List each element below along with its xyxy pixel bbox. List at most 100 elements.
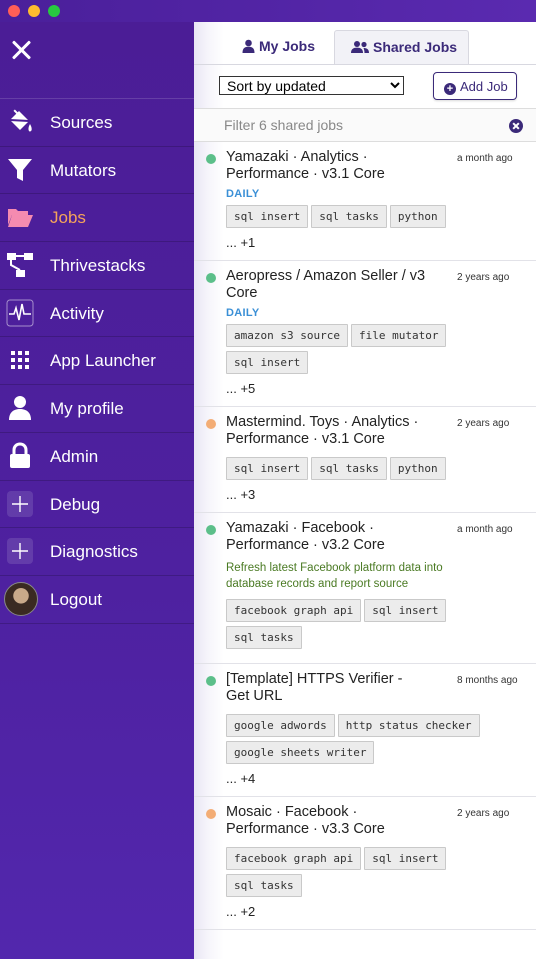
- job-tag: facebook graph api: [226, 847, 362, 870]
- filter-input[interactable]: [224, 117, 494, 133]
- sidebar-item-label: Thrivestacks: [50, 256, 146, 276]
- job-tags: sql insert sql tasks python: [226, 205, 526, 232]
- more-tags-count: ... +4: [226, 771, 256, 786]
- tab-divider: [194, 64, 536, 65]
- lock-icon: [10, 442, 30, 468]
- job-updated-time: 2 years ago: [457, 808, 510, 819]
- job-tag: sql insert: [226, 351, 309, 374]
- sidebar-item-activity[interactable]: Activity: [0, 290, 194, 338]
- job-updated-time: 2 years ago: [457, 418, 510, 429]
- sort-select[interactable]: Sort by updated: [219, 76, 404, 95]
- job-tag: python: [389, 457, 446, 480]
- job-schedule: DAILY: [226, 307, 260, 319]
- sidebar-item-label: App Launcher: [50, 351, 156, 371]
- close-icon[interactable]: [10, 38, 34, 62]
- grid-icon: [11, 351, 29, 370]
- sidebar-item-diagnostics[interactable]: Diagnostics: [0, 528, 194, 576]
- job-item[interactable]: Yamazaki · Facebook · Performance · v3.2…: [194, 513, 536, 664]
- job-title: Yamazaki · Facebook · Performance · v3.2…: [226, 520, 385, 553]
- status-dot: [206, 809, 216, 819]
- tab-label: Shared Jobs: [373, 39, 458, 55]
- job-list: Yamazaki · Analytics · Performance · v3.…: [194, 142, 536, 930]
- sidebar-nav: Sources Mutators Jobs Thrivestacks Activ…: [0, 99, 194, 624]
- job-tags: amazon s3 source file mutator sql insert: [226, 324, 466, 378]
- clear-filter-icon[interactable]: [509, 119, 523, 133]
- status-dot: [206, 676, 216, 686]
- job-tag: sql insert: [364, 599, 447, 622]
- job-tags: facebook graph api sql insert sql tasks: [226, 847, 526, 901]
- funnel-icon: [8, 158, 32, 181]
- job-tag: sql tasks: [226, 874, 302, 897]
- sidebar-item-label: Sources: [50, 113, 113, 132]
- status-dot: [206, 419, 216, 429]
- job-item[interactable]: [Template] HTTPS Verifier - Get URL 8 mo…: [194, 664, 536, 797]
- flow-icon: [7, 253, 33, 278]
- status-dot: [206, 525, 216, 535]
- sidebar-item-label: Debug: [50, 494, 101, 514]
- filter-bar: [194, 108, 536, 142]
- sidebar-item-logout[interactable]: Logout: [0, 576, 194, 624]
- pulse-icon: [6, 299, 34, 327]
- sidebar-item-label: My profile: [50, 399, 124, 419]
- users-icon: [351, 41, 369, 53]
- window-titlebar: [0, 0, 536, 22]
- job-title: [Template] HTTPS Verifier - Get URL: [226, 671, 403, 704]
- sidebar-item-label: Diagnostics: [50, 542, 138, 562]
- job-description: Refresh latest Facebook platform data in…: [226, 562, 443, 590]
- job-item[interactable]: Mastermind. Toys · Analytics · Performan…: [194, 407, 536, 513]
- tab-my-jobs[interactable]: My Jobs: [224, 30, 328, 64]
- plus-box-icon: [7, 538, 33, 565]
- sidebar-item-jobs[interactable]: Jobs: [0, 194, 194, 243]
- sidebar-item-thrivestacks[interactable]: Thrivestacks: [0, 242, 194, 290]
- add-job-label: Add Job: [460, 79, 508, 94]
- job-tag: sql insert: [364, 847, 447, 870]
- avatar: [4, 581, 38, 616]
- more-tags-count: ... +2: [226, 904, 256, 919]
- job-tag: facebook graph api: [226, 599, 362, 622]
- sidebar-item-mutators[interactable]: Mutators: [0, 147, 194, 195]
- tab-shared-jobs[interactable]: Shared Jobs: [334, 30, 469, 64]
- sidebar-item-my-profile[interactable]: My profile: [0, 385, 194, 433]
- sidebar-item-label: Admin: [50, 446, 99, 466]
- job-tag: sql insert: [226, 205, 309, 228]
- more-tags-count: ... +3: [226, 487, 256, 502]
- sidebar-item-label: Jobs: [50, 208, 86, 228]
- job-tag: http status checker: [337, 714, 480, 737]
- job-title: Mosaic · Facebook · Performance · v3.3 C…: [226, 804, 385, 837]
- job-item[interactable]: Aeropress / Amazon Seller / v3 Core 2 ye…: [194, 261, 536, 407]
- paint-bucket-icon: [9, 109, 32, 132]
- job-updated-time: 8 months ago: [457, 675, 518, 686]
- window-close-button[interactable]: [8, 5, 20, 17]
- sidebar-item-debug[interactable]: Debug: [0, 481, 194, 529]
- job-tag: google adwords: [226, 714, 335, 737]
- job-title: Mastermind. Toys · Analytics · Performan…: [226, 414, 419, 447]
- job-updated-time: 2 years ago: [457, 272, 510, 283]
- job-tag: sql insert: [226, 457, 309, 480]
- user-icon: [242, 39, 255, 53]
- job-tag: sql tasks: [311, 457, 387, 480]
- job-tag: google sheets writer: [226, 741, 375, 764]
- job-title: Aeropress / Amazon Seller / v3 Core: [226, 268, 426, 301]
- job-tags: google adwords http status checker googl…: [226, 714, 526, 768]
- tab-label: My Jobs: [259, 38, 316, 54]
- job-item[interactable]: Yamazaki · Analytics · Performance · v3.…: [194, 142, 536, 261]
- job-tag: file mutator: [350, 324, 447, 347]
- sidebar-item-label: Activity: [50, 303, 104, 323]
- plus-box-icon: [7, 490, 33, 517]
- more-tags-count: ... +5: [226, 381, 256, 396]
- sidebar: Sources Mutators Jobs Thrivestacks Activ…: [0, 22, 194, 959]
- sidebar-item-sources[interactable]: Sources: [0, 99, 194, 147]
- sidebar-item-app-launcher[interactable]: App Launcher: [0, 337, 194, 386]
- add-job-button[interactable]: + Add Job: [433, 72, 517, 100]
- job-updated-time: a month ago: [457, 524, 513, 535]
- sidebar-item-admin[interactable]: Admin: [0, 433, 194, 481]
- window-minimize-button[interactable]: [28, 5, 40, 17]
- job-item[interactable]: Mosaic · Facebook · Performance · v3.3 C…: [194, 797, 536, 930]
- main-panel: My Jobs Shared Jobs Sort by updated + Add…: [194, 22, 536, 959]
- sidebar-item-label: Mutators: [50, 160, 117, 180]
- folder-open-icon: [8, 209, 33, 228]
- job-title: Yamazaki · Analytics · Performance · v3.…: [226, 149, 385, 182]
- job-tag: sql tasks: [226, 626, 302, 649]
- window-zoom-button[interactable]: [48, 5, 60, 17]
- job-tags: sql insert sql tasks python: [226, 457, 526, 484]
